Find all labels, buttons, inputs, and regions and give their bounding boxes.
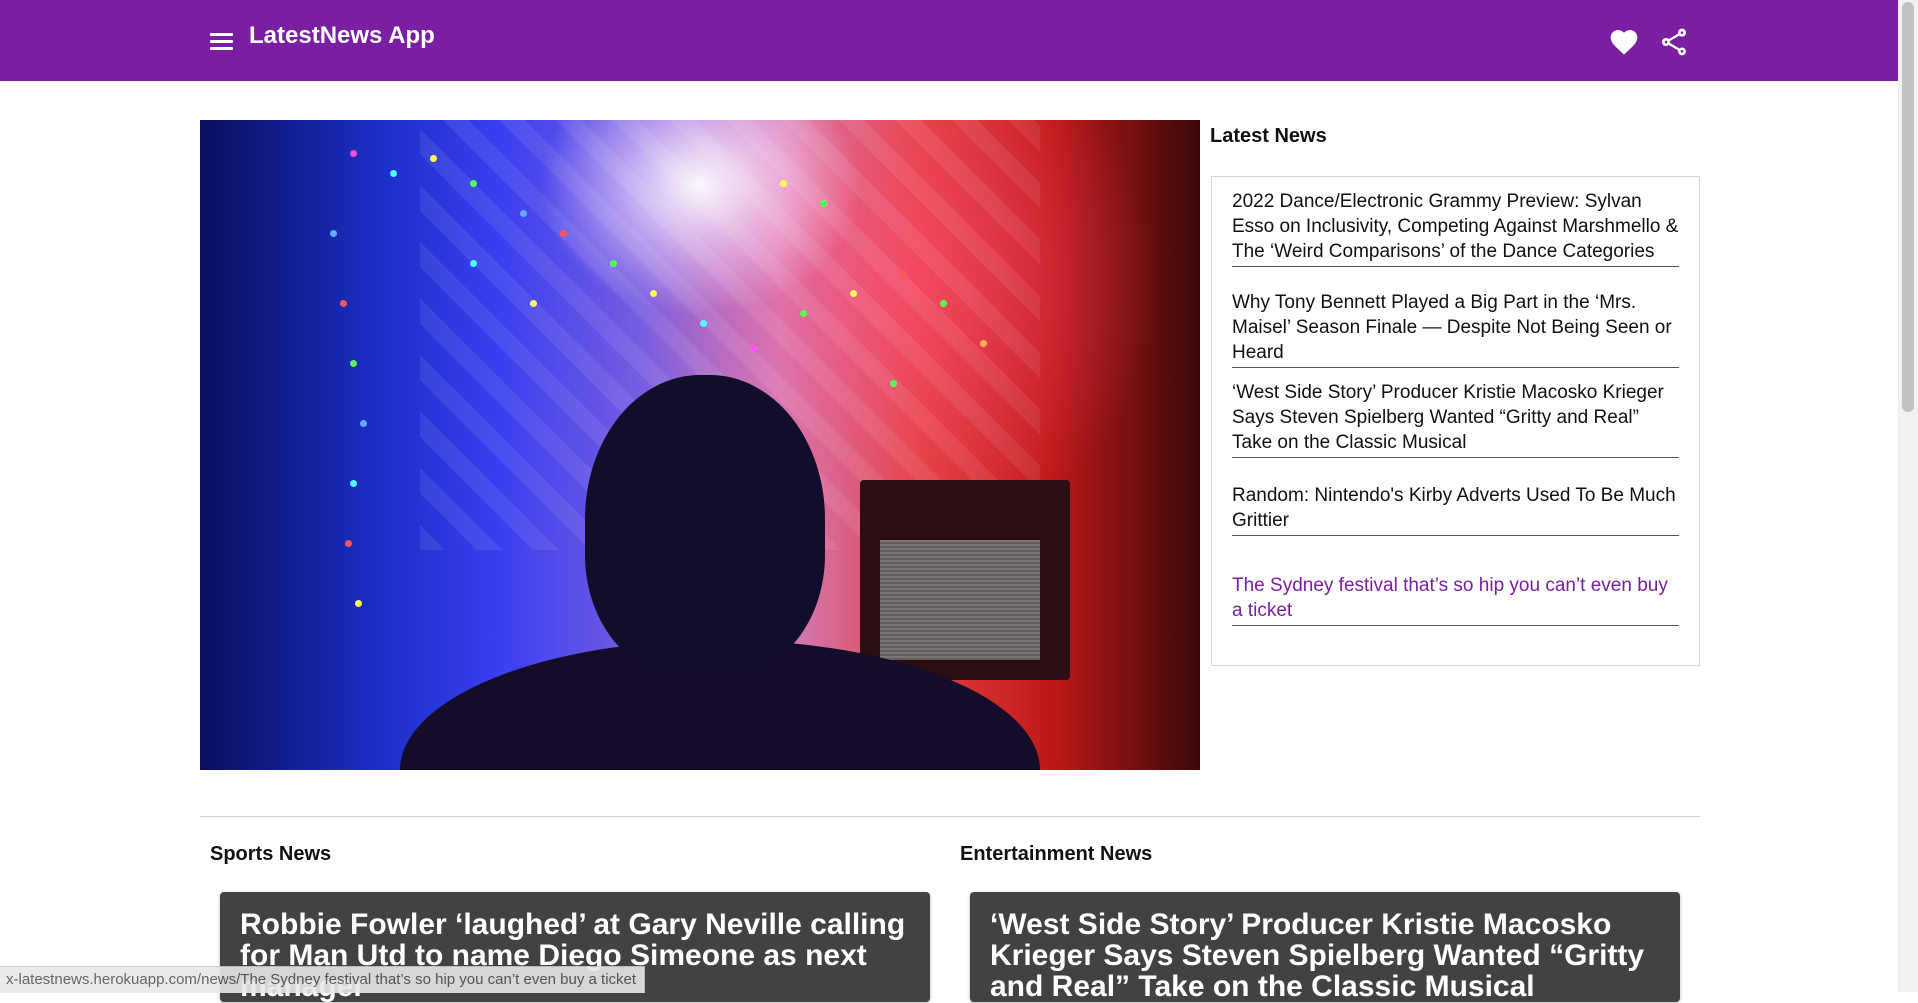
hero-image [200,120,1200,770]
browser-status-url: x-latestnews.herokuapp.com/news/The Sydn… [0,966,646,993]
latest-news-item[interactable]: 2022 Dance/Electronic Grammy Preview: Sy… [1232,189,1679,267]
entertainment-news-heading: Entertainment News [960,843,1153,865]
hero-image-tv [860,480,1070,680]
latest-news-list: 2022 Dance/Electronic Grammy Preview: Sy… [1211,176,1700,666]
entertainment-news-card-title: ‘West Side Story’ Producer Kristie Macos… [990,908,1645,1003]
latest-news-item[interactable]: The Sydney festival that’s so hip you ca… [1232,573,1679,626]
app-title: LatestNews App [249,22,435,49]
share-icon[interactable] [1658,26,1690,58]
menu-icon[interactable] [210,28,236,54]
entertainment-news-card[interactable]: ‘West Side Story’ Producer Kristie Macos… [970,892,1680,1002]
page-scrollbar[interactable] [1898,0,1918,992]
section-divider [200,816,1700,817]
latest-news-heading: Latest News [1210,125,1327,147]
latest-news-item[interactable]: ‘West Side Story’ Producer Kristie Macos… [1232,380,1679,458]
latest-news-item[interactable]: Random: Nintendo's Kirby Adverts Used To… [1232,483,1679,536]
sports-news-heading: Sports News [210,843,332,865]
app-bar: LatestNews App [0,0,1898,81]
heart-icon[interactable] [1608,26,1640,58]
scrollbar-thumb[interactable] [1902,2,1914,412]
latest-news-item[interactable]: Why Tony Bennett Played a Big Part in th… [1232,290,1679,368]
hero-image-head [585,375,825,675]
